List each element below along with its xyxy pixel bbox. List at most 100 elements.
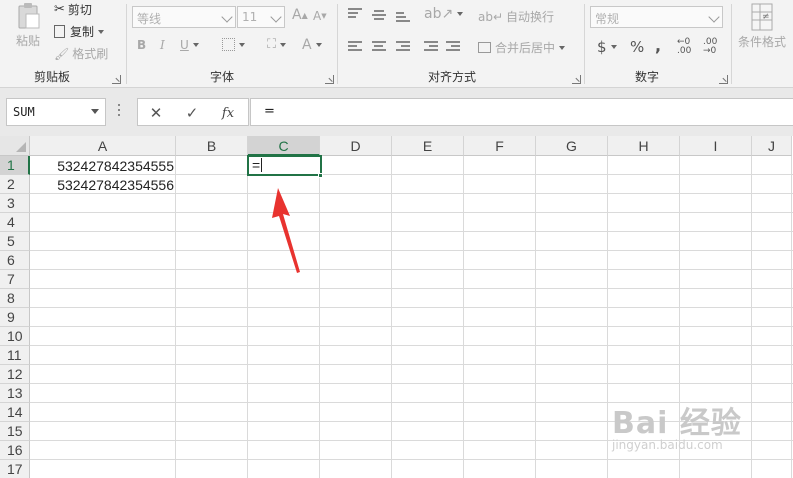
align-top-icon[interactable] xyxy=(348,8,362,20)
row-header-8[interactable]: 8 xyxy=(0,289,30,308)
paste-button[interactable]: 粘贴 xyxy=(10,2,46,49)
cell-a1[interactable]: 532427842354555 xyxy=(31,157,176,176)
italic-button[interactable]: I xyxy=(160,38,165,52)
merge-center-button[interactable]: 合并后居中 xyxy=(478,39,566,56)
wrap-text-button[interactable]: ab↵ 自动换行 xyxy=(478,8,554,25)
gridline xyxy=(30,288,793,289)
clipboard-launcher-icon[interactable] xyxy=(112,75,121,84)
align-center-icon[interactable] xyxy=(372,41,386,53)
align-bottom-icon[interactable] xyxy=(396,12,410,24)
column-header-e[interactable]: E xyxy=(392,136,464,156)
column-header-d[interactable]: D xyxy=(320,136,392,156)
row-header-12[interactable]: 12 xyxy=(0,365,30,384)
row-header-15[interactable]: 15 xyxy=(0,422,30,441)
row-header-1[interactable]: 1 xyxy=(0,156,30,175)
orientation-icon: ab↗ xyxy=(424,6,454,22)
row-header-16[interactable]: 16 xyxy=(0,441,30,460)
grow-font-button[interactable]: A ▲ xyxy=(292,7,308,23)
increase-decimal-button[interactable]: ←0 .00 xyxy=(677,38,699,56)
underline-button[interactable]: U xyxy=(180,38,199,52)
decrease-decimal-icon: .00 →0 xyxy=(703,37,718,56)
fx-icon: fx xyxy=(221,105,235,121)
bold-button[interactable]: B xyxy=(137,38,146,52)
resize-handle-icon[interactable] xyxy=(118,104,121,120)
column-header-b[interactable]: B xyxy=(176,136,248,156)
font-size-select[interactable]: 11 xyxy=(237,6,285,28)
grow-font-icon: A xyxy=(292,7,302,23)
column-header-g[interactable]: G xyxy=(536,136,608,156)
font-launcher-icon[interactable] xyxy=(325,75,334,84)
copy-label: 复制 xyxy=(70,25,95,39)
insert-function-button[interactable]: fx xyxy=(218,103,238,123)
gridline xyxy=(30,269,793,270)
underline-dropdown-icon[interactable] xyxy=(192,43,199,47)
column-header-a[interactable]: A xyxy=(30,136,176,156)
row-header-6[interactable]: 6 xyxy=(0,251,30,270)
decrease-decimal-button[interactable]: .00 →0 xyxy=(703,38,725,56)
conditional-format-label: 条件格式 xyxy=(738,35,787,49)
column-header-j[interactable]: J xyxy=(752,136,792,156)
enter-button[interactable]: ✓ xyxy=(182,103,202,123)
paste-label: 粘贴 xyxy=(15,34,40,48)
column-header-i[interactable]: I xyxy=(680,136,752,156)
column-header-h[interactable]: H xyxy=(608,136,680,156)
gridline xyxy=(30,212,793,213)
column-header-c[interactable]: C xyxy=(248,136,320,156)
row-header-14[interactable]: 14 xyxy=(0,403,30,422)
cell-a2[interactable]: 532427842354556 xyxy=(31,176,176,195)
formula-input[interactable]: = xyxy=(250,98,793,126)
row-header-4[interactable]: 4 xyxy=(0,213,30,232)
gridline xyxy=(30,231,793,232)
gridline xyxy=(535,156,536,478)
fill-handle[interactable] xyxy=(318,173,323,178)
number-launcher-icon[interactable] xyxy=(719,75,728,84)
format-painter-button[interactable]: 🖌 格式刷 xyxy=(54,45,108,62)
watermark-url: jingyan.baidu.com xyxy=(612,438,723,452)
currency-dropdown-icon[interactable] xyxy=(610,45,617,49)
fill-dropdown-icon[interactable] xyxy=(280,42,287,47)
border-button[interactable] xyxy=(222,38,245,51)
fill-color-button[interactable]: ⛶ xyxy=(267,37,287,52)
decrease-indent-icon[interactable] xyxy=(424,41,438,53)
select-all-button[interactable] xyxy=(0,136,30,156)
shrink-font-button[interactable]: A ▼ xyxy=(313,9,327,23)
orientation-dropdown-icon[interactable] xyxy=(457,12,464,16)
number-format-select[interactable]: 常规 xyxy=(590,6,723,28)
row-header-13[interactable]: 13 xyxy=(0,384,30,403)
increase-decimal-icon: ←0 .00 xyxy=(677,37,692,56)
row-header-5[interactable]: 5 xyxy=(0,232,30,251)
orientation-button[interactable]: ab↗ xyxy=(424,6,464,22)
row-header-7[interactable]: 7 xyxy=(0,270,30,289)
row-header-9[interactable]: 9 xyxy=(0,308,30,327)
row-header-3[interactable]: 3 xyxy=(0,194,30,213)
merge-dropdown-icon[interactable] xyxy=(559,45,566,50)
percent-button[interactable]: % xyxy=(630,38,644,56)
align-left-icon[interactable] xyxy=(348,41,362,53)
font-color-dropdown-icon[interactable] xyxy=(315,43,322,47)
currency-button[interactable]: $ xyxy=(597,38,617,56)
gridline xyxy=(751,156,752,478)
font-color-button[interactable]: A xyxy=(302,37,322,53)
cancel-button[interactable]: ✕ xyxy=(146,103,166,123)
copy-button[interactable]: 复制 xyxy=(54,23,105,40)
conditional-format-button[interactable]: ≠ 条件格式 xyxy=(738,2,786,50)
align-middle-icon[interactable] xyxy=(372,10,386,22)
gridline xyxy=(319,156,320,478)
row-header-11[interactable]: 11 xyxy=(0,346,30,365)
border-dropdown-icon[interactable] xyxy=(239,42,245,47)
active-cell-c1[interactable]: = xyxy=(247,155,322,176)
styles-group: ≠ 条件格式 xyxy=(732,0,793,88)
alignment-launcher-icon[interactable] xyxy=(572,75,581,84)
column-header-f[interactable]: F xyxy=(464,136,536,156)
comma-button[interactable]: , xyxy=(655,36,661,55)
row-header-10[interactable]: 10 xyxy=(0,327,30,346)
cut-button[interactable]: ✂ 剪切 xyxy=(54,1,92,18)
name-box[interactable]: SUM xyxy=(6,98,106,126)
row-header-2[interactable]: 2 xyxy=(0,175,30,194)
chevron-down-icon[interactable] xyxy=(91,109,99,114)
align-right-icon[interactable] xyxy=(396,41,410,53)
copy-dropdown-icon[interactable] xyxy=(98,29,105,34)
row-header-17[interactable]: 17 xyxy=(0,460,30,478)
increase-indent-icon[interactable] xyxy=(446,41,460,53)
font-name-select[interactable]: 等线 xyxy=(132,6,236,28)
